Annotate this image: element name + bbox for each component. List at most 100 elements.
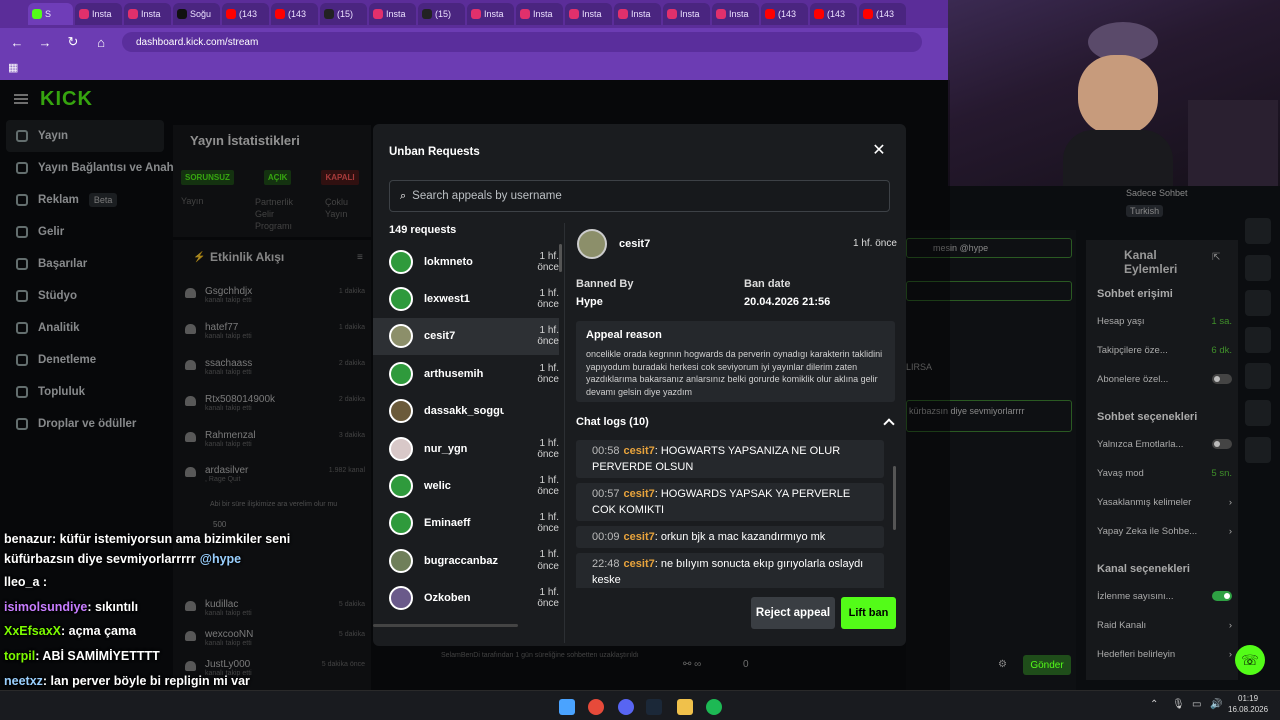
- setting-control[interactable]: ›: [1229, 497, 1232, 508]
- list-scrollbar[interactable]: [559, 244, 562, 272]
- browser-tab[interactable]: (143: [761, 3, 808, 25]
- system-clock[interactable]: 01:19 16.08.2026: [1228, 693, 1268, 715]
- browser-tab[interactable]: Insta: [124, 3, 171, 25]
- url-field[interactable]: dashboard.kick.com/stream: [122, 32, 922, 52]
- microphone-icon[interactable]: 🎙: [1172, 699, 1185, 710]
- rail-button-icon[interactable]: [1245, 327, 1271, 353]
- browser-tab[interactable]: Insta: [75, 3, 122, 25]
- browser-tab[interactable]: Insta: [369, 3, 416, 25]
- setting-control[interactable]: ›: [1229, 649, 1232, 660]
- browser-tab[interactable]: (15): [418, 3, 465, 25]
- overlay-chat-mention: @hype: [199, 552, 242, 566]
- browser-tab[interactable]: Insta: [663, 3, 710, 25]
- request-list-item[interactable]: bugraccanbaz 1 hf. önce: [373, 542, 559, 579]
- setting-control[interactable]: ›: [1229, 526, 1232, 537]
- volume-icon[interactable]: 🔊: [1210, 699, 1222, 710]
- lift-ban-button[interactable]: Lift ban: [841, 597, 896, 629]
- browser-tab[interactable]: Soğu: [173, 3, 220, 25]
- reload-icon[interactable]: ↻: [66, 34, 80, 50]
- browser-tab[interactable]: Insta: [614, 3, 661, 25]
- request-list-item[interactable]: dassakk_sogguk_yenirrrss: [373, 393, 559, 430]
- rail-button-icon[interactable]: [1245, 437, 1271, 463]
- send-button[interactable]: Gönder: [1023, 655, 1071, 675]
- setting-control[interactable]: [1212, 374, 1232, 387]
- rail-button-icon[interactable]: [1245, 400, 1271, 426]
- request-list-item[interactable]: Eminaeff 1 hf. önce: [373, 505, 559, 542]
- list-horizontal-scrollbar[interactable]: [373, 624, 518, 627]
- spotify-icon[interactable]: [706, 699, 722, 715]
- panel-setting-row[interactable]: Hedefleri belirleyin ›: [1097, 649, 1232, 660]
- browser-tab-strip: S Insta Insta Soğu (143 (143 (15) Insta (15) Inst…: [0, 0, 950, 28]
- toggle-switch[interactable]: [1212, 591, 1232, 601]
- request-list-item[interactable]: arthusemih 1 hf. önce: [373, 355, 559, 392]
- rail-button-icon[interactable]: [1245, 255, 1271, 281]
- setting-control[interactable]: 5 sn.: [1211, 468, 1232, 479]
- apps-grid-icon[interactable]: ▦: [8, 61, 18, 74]
- steam-icon[interactable]: [646, 699, 662, 715]
- tray-chevron-icon[interactable]: ⌃: [1150, 699, 1158, 710]
- browser-tab[interactable]: (143: [271, 3, 318, 25]
- chat-logs-scrollbar[interactable]: [893, 466, 896, 530]
- browser-tab[interactable]: (143: [222, 3, 269, 25]
- request-list-item[interactable]: cesit7 1 hf. önce: [373, 317, 559, 355]
- network-icon[interactable]: ▭: [1192, 699, 1201, 710]
- request-list-item[interactable]: welic 1 hf. önce: [373, 467, 559, 504]
- request-list-item[interactable]: lexwest1 1 hf. önce: [373, 280, 559, 317]
- request-list-item[interactable]: lokmneto 1 hf. önce: [373, 243, 559, 280]
- tab-favicon-icon: [814, 9, 824, 19]
- browser-tab[interactable]: (143: [810, 3, 857, 25]
- back-icon[interactable]: ←: [10, 35, 24, 50]
- panel-setting-row[interactable]: Hesap yaşı 1 sa.: [1097, 316, 1232, 327]
- ban-date-value: 20.04.2026 21:56: [744, 296, 831, 308]
- panel-setting-row[interactable]: Yasaklanmış kelimeler ›: [1097, 497, 1232, 508]
- overlay-chat-line: küfürbazsın diye sevmiyorlarrrrr @hype: [4, 552, 241, 566]
- browser-tab[interactable]: Insta: [516, 3, 563, 25]
- profile-language: Turkish: [1126, 205, 1164, 217]
- panel-setting-row[interactable]: Yalnızca Emotlarla...: [1097, 439, 1232, 452]
- request-list-item[interactable]: nur_ygn 1 hf. önce: [373, 430, 559, 467]
- browser-tab[interactable]: (143: [859, 3, 906, 25]
- home-icon[interactable]: ⌂: [94, 35, 108, 50]
- panel-setting-row[interactable]: İzlenme sayısını...: [1097, 591, 1232, 604]
- settings-gear-icon[interactable]: ⚙: [998, 659, 1007, 670]
- panel-setting-row[interactable]: Raid Kanalı ›: [1097, 620, 1232, 631]
- panel-setting-row[interactable]: Yapay Zeka ile Sohbe... ›: [1097, 526, 1232, 537]
- request-list-item[interactable]: Ozkoben 1 hf. önce: [373, 580, 559, 617]
- setting-control[interactable]: [1212, 439, 1232, 452]
- support-headset-icon[interactable]: ☏: [1235, 645, 1265, 675]
- browser-tab[interactable]: (15): [320, 3, 367, 25]
- bookmarks-bar: ▦: [0, 56, 950, 80]
- user-avatar: [389, 511, 413, 536]
- popout-icon[interactable]: ⇱: [1212, 252, 1220, 263]
- panel-setting-row[interactable]: Takipçilere öze... 6 dk.: [1097, 345, 1232, 356]
- rail-button-icon[interactable]: [1245, 218, 1271, 244]
- setting-control[interactable]: ›: [1229, 620, 1232, 631]
- browser-tab[interactable]: Insta: [467, 3, 514, 25]
- rail-button-icon[interactable]: [1245, 363, 1271, 389]
- setting-control[interactable]: [1212, 591, 1232, 604]
- setting-control[interactable]: 1 sa.: [1211, 316, 1232, 327]
- chevron-up-icon[interactable]: [883, 418, 895, 430]
- browser-tab[interactable]: Insta: [565, 3, 612, 25]
- browser-tab[interactable]: Insta: [712, 3, 759, 25]
- panel-setting-row[interactable]: Yavaş mod 5 sn.: [1097, 468, 1232, 479]
- tab-favicon-icon: [863, 9, 873, 19]
- search-input[interactable]: [412, 190, 873, 202]
- setting-control[interactable]: 6 dk.: [1211, 345, 1232, 356]
- chat-logs-title[interactable]: Chat logs (10): [576, 416, 649, 428]
- reject-appeal-button[interactable]: Reject appeal: [751, 597, 835, 629]
- panel-setting-row[interactable]: Abonelere özel...: [1097, 374, 1232, 387]
- search-field[interactable]: ⌕: [389, 180, 890, 212]
- toggle-switch[interactable]: [1212, 374, 1232, 384]
- close-icon[interactable]: ✕: [871, 143, 887, 159]
- webcam-shirt: [1063, 130, 1173, 186]
- forward-icon[interactable]: →: [38, 35, 52, 50]
- start-icon[interactable]: [559, 699, 575, 715]
- chrome-icon[interactable]: [588, 699, 604, 715]
- folder-icon[interactable]: [677, 699, 693, 715]
- overlay-chat-user: torpil: [4, 649, 36, 663]
- discord-icon[interactable]: [618, 699, 634, 715]
- browser-tab[interactable]: S: [28, 3, 73, 25]
- toggle-switch[interactable]: [1212, 439, 1232, 449]
- rail-button-icon[interactable]: [1245, 290, 1271, 316]
